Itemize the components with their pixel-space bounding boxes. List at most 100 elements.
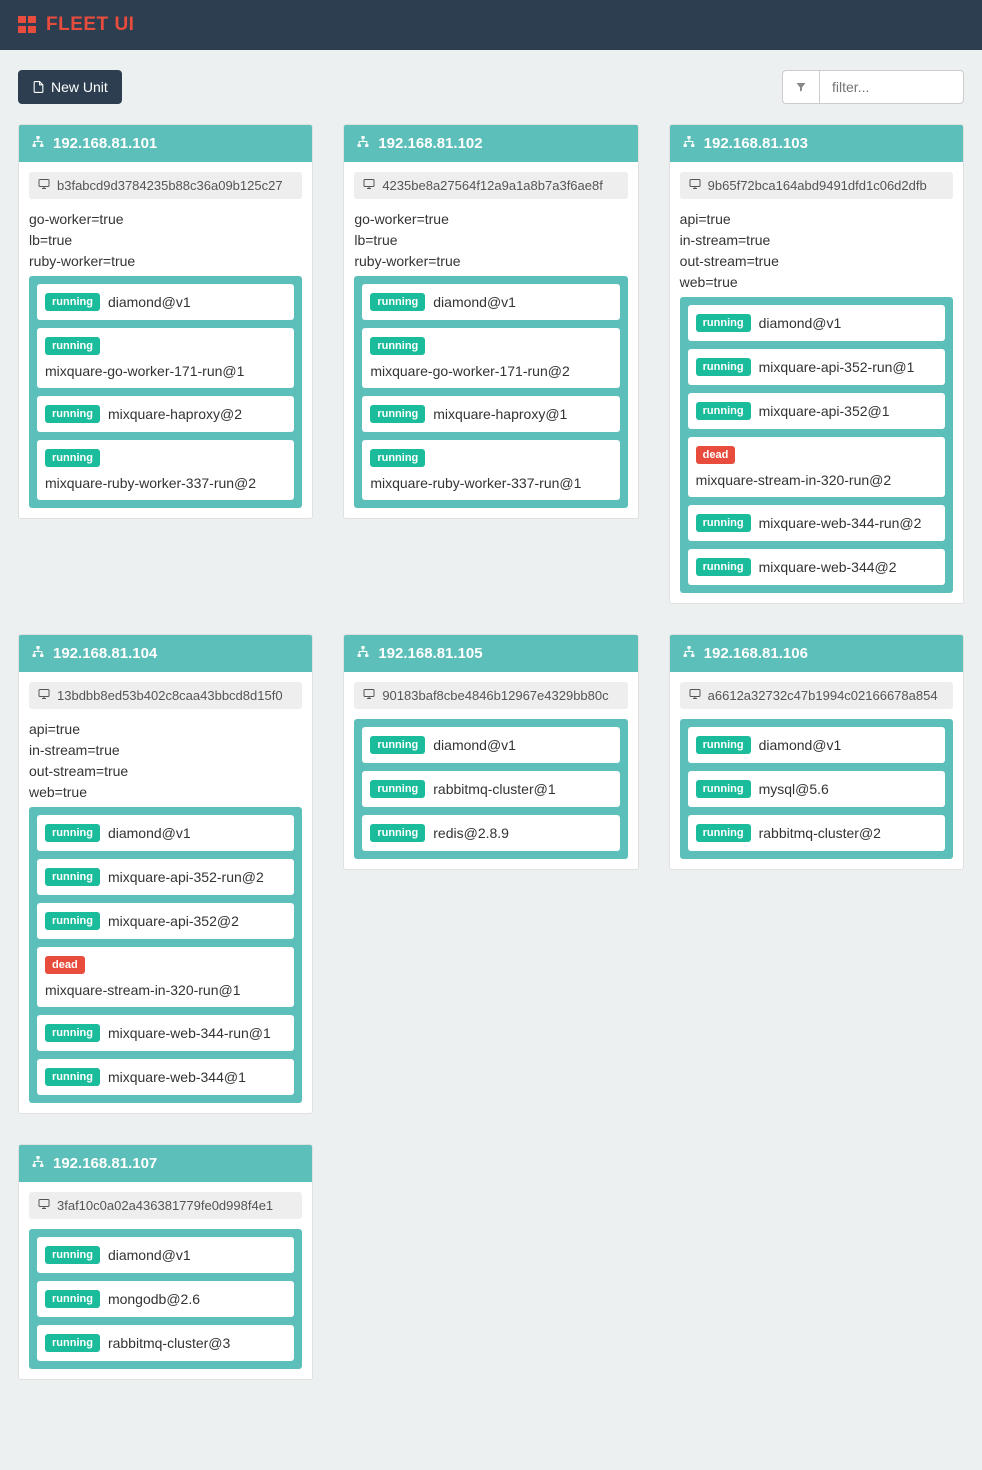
status-badge: running <box>370 824 425 842</box>
machine-header[interactable]: 192.168.81.106 <box>670 635 963 672</box>
status-badge: running <box>45 912 100 930</box>
unit-item[interactable]: runningmixquare-api-352@2 <box>37 903 294 939</box>
machine-panel: 192.168.81.102 4235be8a27564f12a9a1a8b7a3… <box>343 124 638 519</box>
unit-item[interactable]: runningdiamond@v1 <box>37 284 294 320</box>
unit-item[interactable]: runningdiamond@v1 <box>688 727 945 763</box>
brand[interactable]: FLEET UI <box>18 14 134 36</box>
status-badge: running <box>370 337 425 355</box>
machine-panel: 192.168.81.106a6612a32732c47b1994c021666… <box>669 634 964 870</box>
machine-header[interactable]: 192.168.81.105 <box>344 635 637 672</box>
unit-name: diamond@v1 <box>759 315 842 331</box>
machines-grid: 192.168.81.101 b3fabcd9d3784235b88c36a09b… <box>0 124 982 1410</box>
machine-header[interactable]: 192.168.81.102 <box>344 125 637 162</box>
monitor-icon <box>362 178 376 193</box>
machine-metadata-line: out-stream=true <box>29 761 302 782</box>
status-badge: running <box>45 1068 100 1086</box>
machine-metadata: api=truein-stream=trueout-stream=trueweb… <box>29 719 302 803</box>
unit-item[interactable]: runningmixquare-api-352@1 <box>688 393 945 429</box>
unit-item[interactable]: runningdiamond@v1 <box>37 1237 294 1273</box>
status-badge: dead <box>696 446 736 464</box>
status-badge: running <box>370 405 425 423</box>
sitemap-icon <box>31 135 45 152</box>
machine-hash: 4235be8a27564f12a9a1a8b7a3f6ae8f <box>354 172 627 199</box>
unit-item[interactable]: runningmixquare-ruby-worker-337-run@2 <box>37 440 294 500</box>
unit-name: mixquare-stream-in-320-run@1 <box>45 982 241 998</box>
units-list: runningdiamond@v1runningmixquare-api-352… <box>29 807 302 1103</box>
unit-name: mixquare-api-352@1 <box>759 403 890 419</box>
unit-item[interactable]: runningdiamond@v1 <box>362 284 619 320</box>
unit-item[interactable]: dead mixquare-stream-in-320-run@1 <box>37 947 294 1007</box>
unit-item[interactable]: runningmixquare-api-352-run@1 <box>688 349 945 385</box>
unit-name: rabbitmq-cluster@3 <box>108 1335 230 1351</box>
unit-item[interactable]: running mixquare-haproxy@1 <box>362 396 619 432</box>
unit-name: diamond@v1 <box>433 737 516 753</box>
machine-header[interactable]: 192.168.81.107 <box>19 1145 312 1182</box>
machine-hash: b3fabcd9d3784235b88c36a09b125c27 <box>29 172 302 199</box>
unit-name: mixquare-stream-in-320-run@2 <box>696 472 892 488</box>
unit-item[interactable]: runningrabbitmq-cluster@1 <box>362 771 619 807</box>
machine-hash: 3faf10c0a02a436381779fe0d998f4e1 <box>29 1192 302 1219</box>
filter-input[interactable] <box>819 70 964 104</box>
unit-item[interactable]: runningmysql@5.6 <box>688 771 945 807</box>
unit-item[interactable]: runningmixquare-go-worker-171-run@2 <box>362 328 619 388</box>
units-list: runningdiamond@v1runningmixquare-api-352… <box>680 297 953 593</box>
machine-panel: 192.168.81.101 b3fabcd9d3784235b88c36a09b… <box>18 124 313 519</box>
navbar: FLEET UI <box>0 0 982 50</box>
machine-ip: 192.168.81.101 <box>53 135 157 152</box>
machine-header[interactable]: 192.168.81.101 <box>19 125 312 162</box>
machine-body: 9b65f72bca164abd9491dfd1c06d2dfb api=true… <box>670 162 963 603</box>
unit-name: mixquare-api-352-run@2 <box>108 869 264 885</box>
unit-item[interactable]: runningmixquare-api-352-run@2 <box>37 859 294 895</box>
unit-item[interactable]: running diamond@v1 <box>362 727 619 763</box>
unit-name: diamond@v1 <box>433 294 516 310</box>
unit-name: mixquare-web-344-run@1 <box>108 1025 271 1041</box>
machine-body: a6612a32732c47b1994c02166678a854runningd… <box>670 672 963 869</box>
unit-item[interactable]: runningmixquare-web-344-run@2 <box>688 505 945 541</box>
machine-metadata-line: api=true <box>680 209 953 230</box>
filter-icon-box <box>782 70 819 104</box>
units-list: runningdiamond@v1 runningmixquare-go-work… <box>29 276 302 508</box>
status-badge: running <box>45 1290 100 1308</box>
status-badge: dead <box>45 956 85 974</box>
unit-item[interactable]: runningmixquare-ruby-worker-337-run@1 <box>362 440 619 500</box>
unit-item[interactable]: runningrabbitmq-cluster@2 <box>688 815 945 851</box>
machine-metadata-line: lb=true <box>354 230 627 251</box>
monitor-icon <box>362 688 376 703</box>
sitemap-icon <box>31 1155 45 1172</box>
unit-item[interactable]: running redis@2.8.9 <box>362 815 619 851</box>
status-badge: running <box>45 824 100 842</box>
unit-item[interactable]: runningmixquare-web-344@1 <box>37 1059 294 1095</box>
unit-item[interactable]: runningdiamond@v1 <box>37 815 294 851</box>
unit-item[interactable]: dead mixquare-stream-in-320-run@2 <box>688 437 945 497</box>
sitemap-icon <box>31 645 45 662</box>
new-unit-button[interactable]: New Unit <box>18 70 122 104</box>
unit-name: mixquare-haproxy@1 <box>433 406 567 422</box>
status-badge: running <box>370 736 425 754</box>
machine-hash-text: 90183baf8cbe4846b12967e4329bb80c <box>382 688 608 703</box>
units-list: runningdiamond@v1runningmongodb@2.6runni… <box>29 1229 302 1369</box>
machine-header[interactable]: 192.168.81.104 <box>19 635 312 672</box>
status-badge: running <box>696 314 751 332</box>
machine-ip: 192.168.81.105 <box>378 645 482 662</box>
unit-item[interactable]: runningmixquare-web-344-run@1 <box>37 1015 294 1051</box>
machine-body: 90183baf8cbe4846b12967e4329bb80c running d… <box>344 672 637 869</box>
unit-item[interactable]: runningmixquare-web-344@2 <box>688 549 945 585</box>
unit-item[interactable]: runningrabbitmq-cluster@3 <box>37 1325 294 1361</box>
machine-hash: 90183baf8cbe4846b12967e4329bb80c <box>354 682 627 709</box>
unit-item[interactable]: running diamond@v1 <box>688 305 945 341</box>
unit-name: diamond@v1 <box>759 737 842 753</box>
status-badge: running <box>696 558 751 576</box>
machine-metadata-line: ruby-worker=true <box>354 251 627 272</box>
machine-metadata: api=truein-stream=trueout-stream=trueweb… <box>680 209 953 293</box>
unit-name: mixquare-go-worker-171-run@1 <box>45 363 244 379</box>
sitemap-icon <box>682 135 696 152</box>
unit-item[interactable]: runningmongodb@2.6 <box>37 1281 294 1317</box>
unit-item[interactable]: runningmixquare-haproxy@2 <box>37 396 294 432</box>
monitor-icon <box>37 688 51 703</box>
machine-header[interactable]: 192.168.81.103 <box>670 125 963 162</box>
unit-name: redis@2.8.9 <box>433 825 509 841</box>
machine-hash: 9b65f72bca164abd9491dfd1c06d2dfb <box>680 172 953 199</box>
new-unit-label: New Unit <box>51 79 108 95</box>
status-badge: running <box>370 449 425 467</box>
unit-item[interactable]: runningmixquare-go-worker-171-run@1 <box>37 328 294 388</box>
